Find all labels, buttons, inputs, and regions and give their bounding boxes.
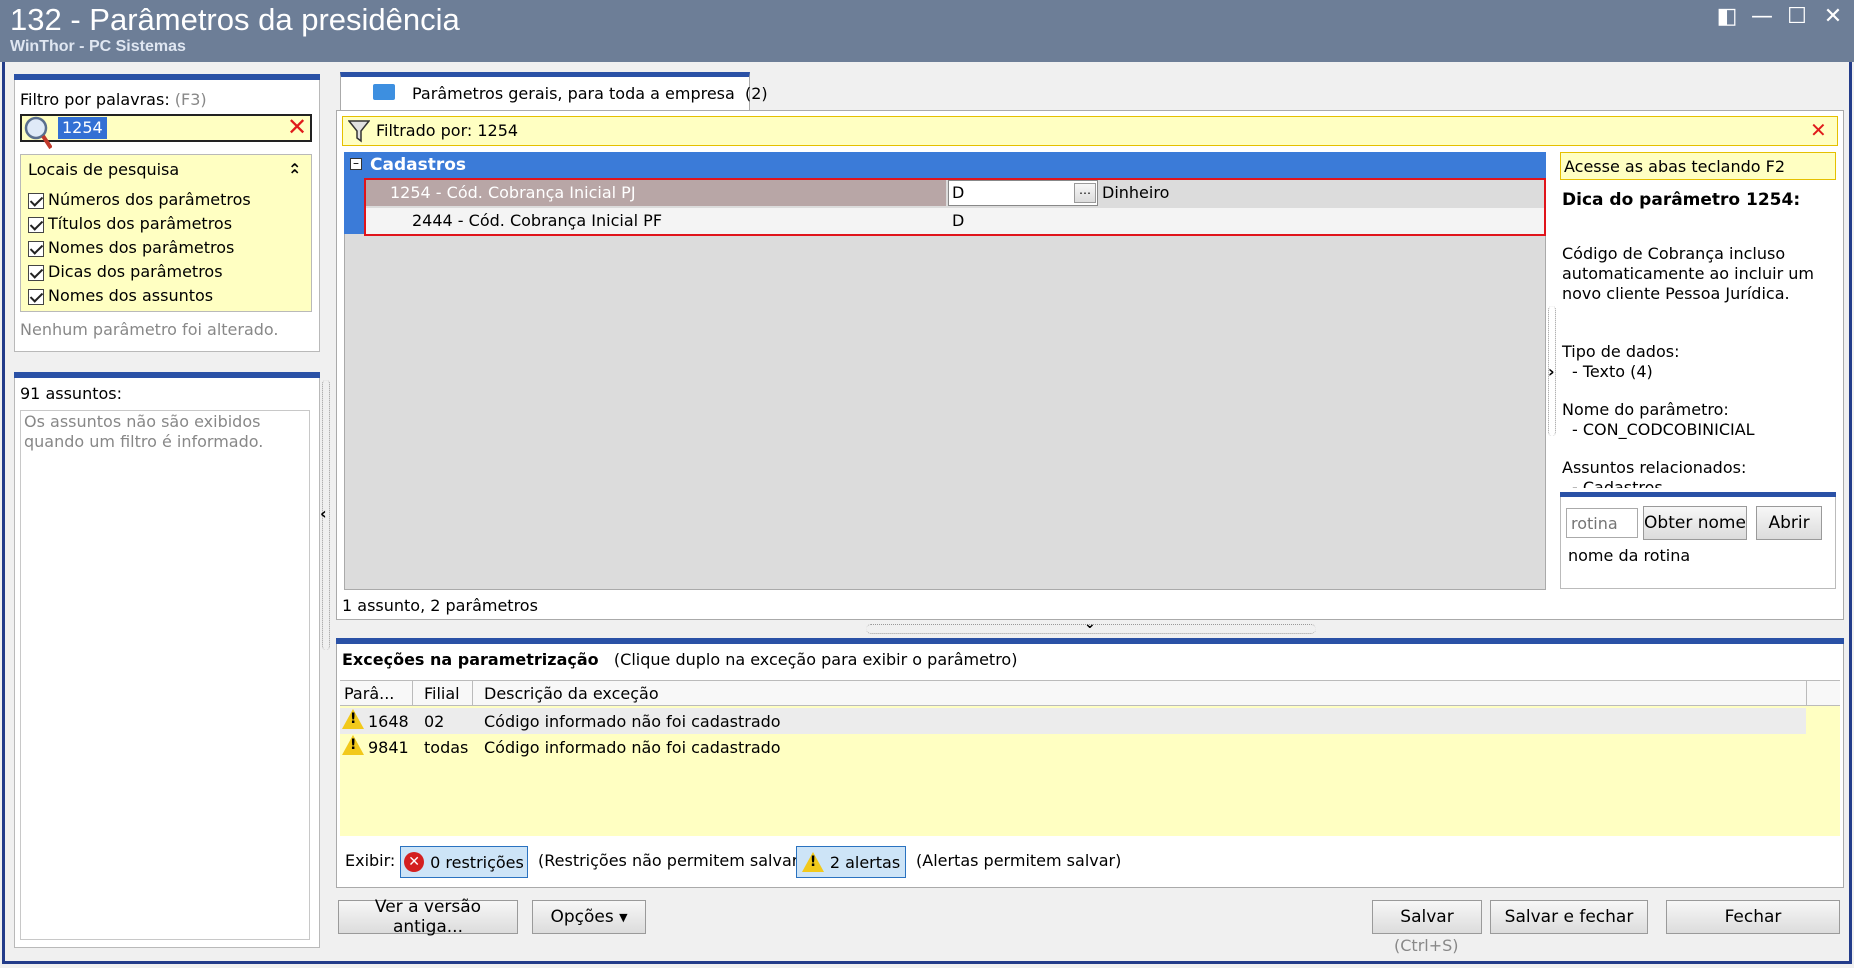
option-names[interactable]: Nomes dos parâmetros bbox=[28, 238, 234, 257]
tip-type-value: - Texto (4) bbox=[1572, 362, 1653, 381]
old-version-button[interactable]: Ver a versão antiga... bbox=[338, 897, 518, 937]
option-titles[interactable]: Títulos dos parâmetros bbox=[28, 214, 232, 233]
folder-icon bbox=[373, 84, 395, 100]
clear-filtered-icon[interactable]: ✕ bbox=[1810, 118, 1827, 142]
alerts-note: (Alertas permitem salvar) bbox=[916, 851, 1122, 870]
chevron-right-icon[interactable]: › bbox=[1548, 362, 1555, 381]
error-icon: ✕ bbox=[404, 852, 425, 872]
tip-name-label: Nome do parâmetro: bbox=[1562, 400, 1729, 419]
magnifier-icon bbox=[22, 114, 53, 152]
minimize-icon[interactable]: — bbox=[1747, 4, 1777, 29]
window-subtitle: WinThor - PC Sistemas bbox=[10, 38, 186, 55]
maximize-icon[interactable]: ☐ bbox=[1782, 4, 1812, 29]
col-branch[interactable]: Filial bbox=[424, 684, 460, 703]
warning-icon bbox=[801, 852, 824, 872]
col-divider bbox=[1806, 680, 1807, 706]
options-button[interactable]: Opções ▼ bbox=[532, 900, 646, 934]
highlight-box bbox=[364, 178, 1546, 236]
change-status: Nenhum parâmetro foi alterado. bbox=[20, 320, 279, 339]
tip-title: Dica do parâmetro 1254: bbox=[1562, 190, 1801, 210]
dropdown-arrow-icon: ▼ bbox=[619, 910, 628, 924]
window-title: 132 - Parâmetros da presidência bbox=[10, 2, 460, 37]
checkbox-icon[interactable] bbox=[28, 192, 44, 209]
open-button[interactable]: Abrir bbox=[1756, 506, 1822, 540]
tip-subjects-label: Assuntos relacionados: bbox=[1562, 458, 1747, 477]
funnel-icon bbox=[347, 119, 371, 143]
warning-icon bbox=[342, 734, 364, 755]
group-header[interactable] bbox=[344, 152, 1546, 178]
subjects-count: 91 assuntos: bbox=[20, 384, 122, 403]
save-shortcut: (Ctrl+S) bbox=[1394, 936, 1459, 955]
routine-input[interactable] bbox=[1566, 508, 1638, 538]
tip-name-value: - CON_CODCOBINICIAL bbox=[1572, 420, 1755, 439]
col-divider bbox=[472, 680, 473, 706]
filter-label: Filtro por palavras: (F3) bbox=[20, 90, 207, 109]
collapse-group-icon[interactable]: – bbox=[350, 157, 362, 170]
exceptions-header: Exceções na parametrização (Clique duplo… bbox=[342, 650, 1018, 669]
checkbox-icon[interactable] bbox=[28, 264, 44, 281]
checkbox-icon[interactable] bbox=[28, 240, 44, 257]
collapse-up-icon-2: ⌃ bbox=[288, 166, 302, 185]
get-name-button[interactable]: Obter nome bbox=[1643, 506, 1747, 540]
checkbox-icon[interactable] bbox=[28, 288, 44, 305]
close-window-icon[interactable]: ✕ bbox=[1818, 4, 1848, 29]
grid-footer: 1 assunto, 2 parâmetros bbox=[342, 596, 538, 615]
restore-edit-icon[interactable]: ◧ bbox=[1712, 4, 1742, 29]
filtered-text: Filtrado por: 1254 bbox=[376, 121, 519, 140]
chevron-down-icon[interactable]: ⌄ bbox=[1084, 616, 1096, 632]
tip-type-label: Tipo de dados: bbox=[1562, 342, 1680, 361]
option-hints[interactable]: Dicas dos parâmetros bbox=[28, 262, 223, 281]
option-subjects[interactable]: Nomes dos assuntos bbox=[28, 286, 213, 305]
hint-text: Acesse as abas teclando F2 bbox=[1564, 157, 1786, 176]
alerts-button[interactable]: 2 alertas bbox=[796, 846, 906, 878]
warning-icon bbox=[342, 708, 364, 729]
routine-name-label: nome da rotina bbox=[1568, 546, 1691, 565]
subjects-empty-message: Os assuntos não são exibidos quando um f… bbox=[24, 412, 264, 451]
close-button[interactable]: Fechar bbox=[1666, 900, 1840, 934]
restrictions-note: (Restrições não permitem salvar) bbox=[538, 851, 805, 870]
col-description[interactable]: Descrição da exceção bbox=[484, 684, 659, 703]
tip-subjects-value: - Cadastros bbox=[1572, 478, 1663, 488]
group-indent bbox=[344, 178, 364, 234]
checkbox-icon[interactable] bbox=[28, 216, 44, 233]
filter-input[interactable]: 1254 bbox=[58, 117, 107, 139]
save-button[interactable]: Salvar bbox=[1372, 900, 1482, 934]
exception-param: 1648 bbox=[368, 712, 409, 731]
exception-branch: todas bbox=[424, 738, 469, 757]
exception-desc: Código informado não foi cadastrado bbox=[484, 738, 781, 757]
clear-filter-icon[interactable]: ✕ bbox=[287, 113, 307, 141]
chevron-left-icon[interactable]: ‹ bbox=[320, 504, 327, 523]
col-divider bbox=[412, 680, 413, 706]
save-close-button[interactable]: Salvar e fechar bbox=[1490, 900, 1648, 934]
group-name: Cadastros bbox=[370, 155, 467, 175]
option-numbers[interactable]: Números dos parâmetros bbox=[28, 190, 251, 209]
restrictions-button[interactable]: ✕ 0 restrições bbox=[400, 846, 528, 878]
show-label: Exibir: bbox=[345, 851, 396, 870]
tip-description: Código de Cobrança incluso automaticamen… bbox=[1562, 244, 1814, 303]
exception-branch: 02 bbox=[424, 712, 445, 731]
subjects-list[interactable] bbox=[20, 410, 310, 940]
exception-param: 9841 bbox=[368, 738, 409, 757]
filtered-bar bbox=[342, 116, 1838, 146]
exception-desc: Código informado não foi cadastrado bbox=[484, 712, 781, 731]
search-locations-title: Locais de pesquisa bbox=[28, 160, 180, 179]
tab-label[interactable]: Parâmetros gerais, para toda a empresa (… bbox=[412, 84, 768, 103]
col-param[interactable]: Parâ... bbox=[344, 684, 394, 703]
